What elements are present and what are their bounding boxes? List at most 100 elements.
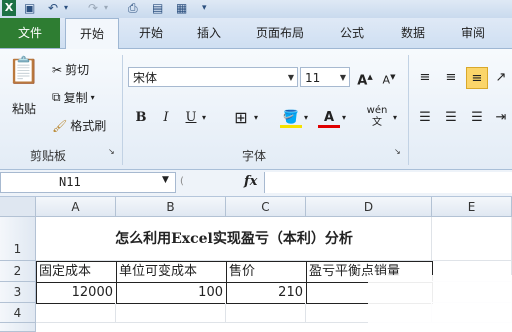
font-launcher-icon[interactable]: ↘ [394, 147, 401, 156]
group-divider [408, 55, 409, 165]
save-icon[interactable]: ▣ [24, 0, 35, 16]
grow-font-icon[interactable]: A▲ [354, 66, 376, 88]
font-size-combo[interactable]: 11 ▼ [300, 67, 350, 87]
borders-icon[interactable]: ⊞ [230, 107, 252, 129]
tab-formulas[interactable]: 公式 [326, 18, 378, 48]
cell-value: 100 [198, 285, 223, 300]
cell-c4[interactable] [226, 303, 306, 323]
customize-qat-icon[interactable]: ▾ [202, 0, 207, 16]
row-header-4[interactable]: 4 [0, 303, 36, 323]
cell-text: 固定成本 [39, 264, 92, 279]
underline-dropdown-icon[interactable]: ▾ [198, 107, 210, 129]
column-header-b[interactable]: B [116, 197, 226, 217]
copy-button[interactable]: ⧉ 复制 ▾ [52, 89, 95, 106]
row-number: 4 [13, 306, 22, 320]
font-size-value: 11 [305, 71, 321, 85]
copy-label: 复制 [63, 91, 88, 105]
tab-file[interactable]: 文件 [0, 18, 60, 48]
excel-icon[interactable]: X [2, 0, 16, 16]
bold-button[interactable]: B [130, 107, 152, 129]
phonetic-dropdown-icon[interactable]: ▾ [390, 107, 400, 129]
cell-a3[interactable]: 12000 [36, 282, 117, 304]
select-all-corner[interactable] [0, 197, 36, 217]
paste-label: 粘贴 [11, 102, 36, 116]
copy-dropdown-icon[interactable]: ▾ [91, 93, 95, 102]
column-header-d[interactable]: D [306, 197, 432, 217]
tab-home-active[interactable]: 开始 [65, 18, 119, 50]
font-color-icon[interactable]: A [318, 107, 340, 128]
ribbon: 📋 粘贴 ✂ 剪切 ⧉ 复制 ▾ 🖌 格式刷 剪贴板 ↘ 宋体 ▼ 11 ▼ A… [0, 49, 512, 170]
undo-icon[interactable]: ↶ [48, 0, 58, 16]
align-bottom-icon[interactable]: ≡ [466, 67, 488, 89]
cell-b3[interactable]: 100 [116, 282, 227, 304]
borders-dropdown-icon[interactable]: ▾ [250, 107, 262, 129]
font-group-label: 字体 [242, 149, 267, 163]
name-box[interactable]: N11 [0, 172, 176, 193]
phonetic-guide-icon[interactable]: wén 文 [362, 105, 392, 128]
cell-value: 12000 [71, 285, 113, 300]
row-number: 3 [13, 285, 22, 299]
column-header-a[interactable]: A [36, 197, 116, 217]
phonetic-label: wén [366, 105, 388, 116]
row-header-1[interactable]: 1 [0, 217, 36, 261]
cell-text: 单位可变成本 [119, 264, 198, 279]
align-right-icon[interactable]: ☰ [466, 107, 488, 129]
row-header-3[interactable]: 3 [0, 282, 36, 303]
copy-icon: ⧉ [52, 90, 61, 104]
align-top-icon[interactable]: ≡ [414, 67, 436, 89]
calculator-icon[interactable]: ▦ [176, 0, 187, 16]
formula-bar: N11 ▼ ( fx [0, 170, 512, 197]
fill-color-dropdown-icon[interactable]: ▾ [300, 107, 312, 129]
print-preview-icon[interactable]: ⎙ [128, 0, 138, 16]
fill-color-icon[interactable]: 🪣 [280, 107, 302, 128]
font-name-value: 宋体 [133, 71, 158, 85]
chevron-down-icon: ▼ [287, 73, 294, 82]
clipboard-group-label: 剪贴板 [30, 149, 67, 163]
cell-e1[interactable] [432, 217, 512, 261]
insert-function-icon[interactable]: fx [244, 174, 257, 189]
redo-icon[interactable]: ↷ [88, 0, 98, 16]
formula-bar-resize-handle[interactable]: ( [180, 176, 184, 187]
sheet-title: 怎么利用Excel实现盈亏（本利）分析 [115, 231, 353, 247]
undo-dropdown-icon[interactable]: ▾ [64, 0, 68, 16]
tab-review[interactable]: 审阅 [448, 18, 498, 48]
cell-b2[interactable]: 单位可变成本 [116, 261, 227, 283]
format-painter-button[interactable]: 🖌 格式刷 [52, 117, 106, 134]
row-number: 1 [13, 242, 22, 256]
italic-button[interactable]: I [155, 107, 177, 129]
column-header-c[interactable]: C [226, 197, 306, 217]
clipboard-launcher-icon[interactable]: ↘ [108, 147, 115, 156]
tab-home[interactable]: 开始 [126, 18, 176, 48]
format-painter-label: 格式刷 [70, 119, 107, 133]
name-box-dropdown-icon[interactable]: ▼ [162, 175, 169, 185]
row-number: 2 [13, 264, 22, 278]
cell-a4[interactable] [36, 303, 116, 323]
tab-insert[interactable]: 插入 [184, 18, 234, 48]
align-middle-icon[interactable]: ≡ [440, 67, 462, 89]
print-icon[interactable]: ▤ [152, 0, 163, 16]
paste-button[interactable]: 📋 粘贴 [6, 57, 42, 117]
cell-c3[interactable]: 210 [226, 282, 307, 304]
font-name-combo[interactable]: 宋体 ▼ [128, 67, 298, 87]
cell-a2[interactable]: 固定成本 [36, 261, 117, 283]
row-header-5[interactable] [0, 323, 36, 332]
orientation-icon[interactable]: ↗ [492, 67, 510, 89]
column-header-e[interactable]: E [432, 197, 512, 217]
tab-page-layout[interactable]: 页面布局 [244, 18, 316, 48]
align-left-icon[interactable]: ☰ [414, 107, 436, 129]
chevron-down-icon: ▼ [339, 73, 346, 82]
indent-icon[interactable]: ⇥ [492, 107, 510, 129]
tab-data[interactable]: 数据 [388, 18, 438, 48]
font-color-dropdown-icon[interactable]: ▾ [338, 107, 350, 129]
cut-label: 剪切 [65, 63, 90, 77]
cell-b4[interactable] [116, 303, 226, 323]
cut-button[interactable]: ✂ 剪切 [52, 61, 89, 78]
cell-c2[interactable]: 售价 [226, 261, 307, 283]
redo-dropdown-icon[interactable]: ▾ [104, 0, 108, 16]
shrink-font-icon[interactable]: A▼ [378, 66, 400, 88]
formula-input[interactable] [264, 172, 512, 193]
quick-access-toolbar: X ▣ ↶ ▾ ↷ ▾ ⎙ ▤ ▦ ▾ [0, 0, 512, 18]
group-divider [122, 55, 123, 165]
align-center-icon[interactable]: ☰ [440, 107, 462, 129]
row-header-2[interactable]: 2 [0, 261, 36, 282]
